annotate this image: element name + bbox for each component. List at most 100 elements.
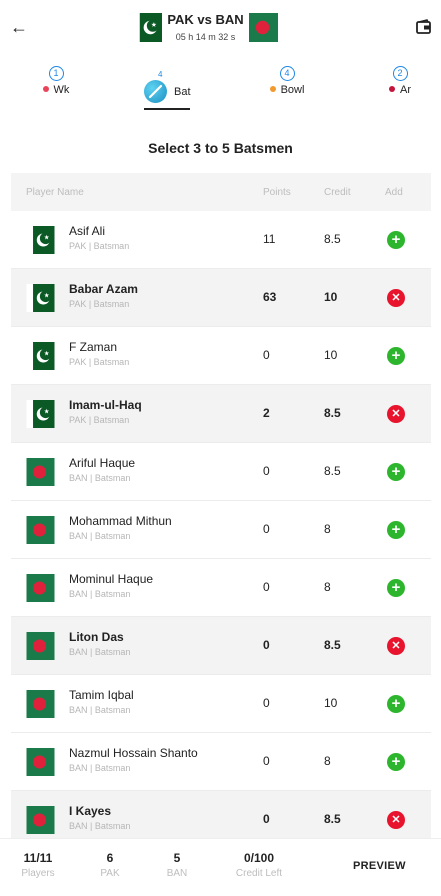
pak-stat: 6 PAK [90, 851, 130, 879]
remove-player-icon[interactable]: ✕ [387, 811, 405, 829]
active-tab-indicator [144, 108, 190, 110]
player-points: 0 [263, 580, 270, 594]
credit-left-value: 0/100 [243, 851, 275, 865]
tab-ar-count: 2 [392, 66, 408, 81]
player-name: Liton Das [69, 630, 124, 644]
table-header: Player Name Points Credit Add [11, 173, 431, 211]
tab-bowl-label: Bowl [280, 84, 305, 96]
player-team-role: BAN | Batsman [69, 531, 131, 541]
player-credit: 8.5 [324, 464, 341, 478]
player-points: 11 [263, 232, 276, 246]
remove-player-icon[interactable]: ✕ [387, 637, 405, 655]
add-player-icon[interactable]: + [387, 521, 405, 539]
ban-count: 5 [173, 851, 181, 865]
ban-label: BAN [166, 868, 188, 879]
player-name: Babar Azam [69, 282, 138, 296]
tab-bat[interactable]: 4 Bat [144, 62, 194, 116]
player-credit: 8.5 [324, 406, 341, 420]
remove-player-icon[interactable]: ✕ [387, 289, 405, 307]
bangladesh-flag-icon [26, 806, 55, 834]
match-title: PAK vs BAN [167, 12, 244, 27]
player-credit: 10 [324, 696, 338, 710]
player-name: I Kayes [69, 804, 112, 818]
wk-dot-icon [42, 86, 49, 92]
player-points: 0 [263, 696, 270, 710]
pakistan-flag-icon [26, 400, 55, 428]
bangladesh-flag-icon [26, 748, 55, 776]
tab-wk[interactable]: 1 Wk [36, 62, 76, 116]
header-add: Add [385, 187, 403, 198]
player-team-role: BAN | Batsman [69, 763, 131, 773]
player-team-role: BAN | Batsman [69, 821, 131, 831]
tab-wk-label: Wk [53, 84, 70, 96]
wallet-icon[interactable] [416, 19, 432, 35]
player-name: Asif Ali [69, 224, 106, 238]
players-label: Players [21, 868, 55, 879]
table-row[interactable]: Imam-ul-Haq PAK | Batsman 2 8.5 ✕ [11, 385, 431, 443]
player-name: Ariful Haque [69, 456, 136, 470]
table-row[interactable]: Ariful Haque BAN | Batsman 0 8.5 + [11, 443, 431, 501]
table-row[interactable]: Liton Das BAN | Batsman 0 8.5 ✕ [11, 617, 431, 675]
player-credit: 10 [324, 348, 338, 362]
player-credit: 8 [324, 754, 331, 768]
countdown-timer: 05 h 14 m 32 s [175, 32, 236, 42]
pakistan-flag-icon [133, 13, 162, 42]
player-team-role: PAK | Batsman [69, 299, 130, 309]
player-team-role: PAK | Batsman [69, 357, 130, 367]
player-points: 0 [263, 464, 270, 478]
table-row[interactable]: Asif Ali PAK | Batsman 11 8.5 + [11, 211, 431, 269]
bottom-summary-bar: 11/11 Players 6 PAK 5 BAN 0/100 Credit L… [0, 838, 441, 896]
player-points: 2 [263, 406, 270, 420]
bat-icon [144, 80, 167, 103]
table-row[interactable]: F Zaman PAK | Batsman 0 10 + [11, 327, 431, 385]
arrow-left-icon[interactable]: ← [8, 16, 30, 38]
table-row[interactable]: Babar Azam PAK | Batsman 63 10 ✕ [11, 269, 431, 327]
top-bar: ← PAK vs BAN 05 h 14 m 32 s [0, 0, 441, 58]
add-player-icon[interactable]: + [387, 463, 405, 481]
player-name: Nazmul Hossain Shanto [69, 746, 198, 760]
add-player-icon[interactable]: + [387, 347, 405, 365]
bangladesh-flag-icon [26, 632, 55, 660]
header-credit: Credit [324, 187, 351, 198]
pak-count: 6 [106, 851, 114, 865]
remove-player-icon[interactable]: ✕ [387, 405, 405, 423]
table-row[interactable]: Nazmul Hossain Shanto BAN | Batsman 0 8 + [11, 733, 431, 791]
player-credit: 8 [324, 522, 331, 536]
preview-button[interactable]: PREVIEW [353, 860, 406, 872]
bangladesh-flag-icon [26, 574, 55, 602]
add-player-icon[interactable]: + [387, 695, 405, 713]
bangladesh-flag-icon [26, 458, 55, 486]
player-name: Mohammad Mithun [69, 514, 172, 528]
player-name: Mominul Haque [69, 572, 154, 586]
tab-bowl-count: 4 [279, 66, 295, 81]
section-title: Select 3 to 5 Batsmen [148, 140, 293, 156]
ban-stat: 5 BAN [157, 851, 197, 879]
table-row[interactable]: Mominul Haque BAN | Batsman 0 8 + [11, 559, 431, 617]
add-player-icon[interactable]: + [387, 753, 405, 771]
player-team-role: PAK | Batsman [69, 241, 130, 251]
players-stat: 11/11 Players [12, 851, 64, 879]
add-player-icon[interactable]: + [387, 579, 405, 597]
tab-ar[interactable]: 2 Ar [380, 62, 420, 116]
player-team-role: BAN | Batsman [69, 647, 131, 657]
header-points: Points [263, 187, 291, 198]
player-points: 0 [263, 754, 270, 768]
table-row[interactable]: Tamim Iqbal BAN | Batsman 0 10 + [11, 675, 431, 733]
player-credit: 8.5 [324, 638, 341, 652]
pakistan-flag-icon [26, 342, 55, 370]
player-credit: 8.5 [324, 232, 341, 246]
player-points: 0 [263, 638, 270, 652]
player-points: 63 [263, 290, 277, 304]
ar-dot-icon [389, 86, 395, 92]
tab-bat-label: Bat [174, 86, 191, 98]
table-row[interactable]: Mohammad Mithun BAN | Batsman 0 8 + [11, 501, 431, 559]
player-name: F Zaman [69, 340, 118, 354]
credit-stat: 0/100 Credit Left [228, 851, 290, 879]
role-tabs: 1 Wk 4 Bat 4 Bowl 2 Ar [0, 62, 441, 116]
header-player-name: Player Name [26, 187, 84, 198]
player-points: 0 [263, 522, 270, 536]
bangladesh-flag-icon [249, 13, 278, 42]
player-team-role: BAN | Batsman [69, 589, 131, 599]
tab-bowl[interactable]: 4 Bowl [264, 62, 310, 116]
add-player-icon[interactable]: + [387, 231, 405, 249]
